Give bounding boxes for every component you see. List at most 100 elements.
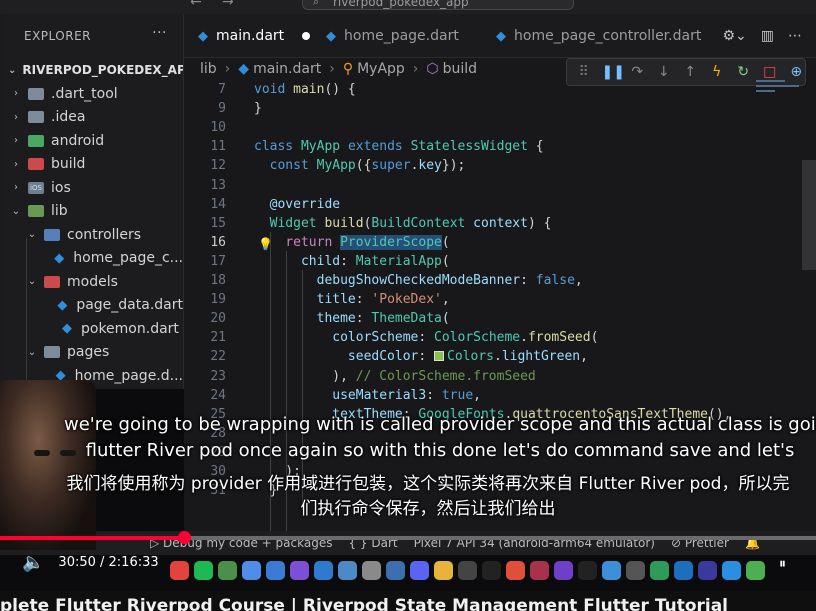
code-line[interactable]: 11 class MyApp extends StatelessWidget {	[184, 137, 744, 156]
forward-arrow-icon[interactable]: →	[222, 0, 234, 10]
code-text: child: MaterialApp(	[300, 253, 450, 269]
code-line[interactable]: 19 title: 'PokeDex',	[184, 290, 744, 309]
split-editor-icon[interactable]: ▥	[761, 28, 774, 44]
pause-icon[interactable]: ❚❚	[602, 64, 625, 80]
github-icon[interactable]	[578, 560, 597, 580]
tree-item[interactable]: ⌄ controllers	[6, 223, 183, 247]
breadcrumb-item[interactable]: main.dart	[253, 61, 321, 77]
app-icon[interactable]	[266, 560, 285, 580]
app-icon[interactable]	[506, 560, 525, 580]
app-icon[interactable]	[434, 560, 453, 580]
code-line[interactable]: 21 colorScheme: ColorScheme.fromSeed(	[184, 328, 744, 347]
tree-item-label: ios	[51, 179, 71, 196]
hot-reload-icon[interactable]: ϟ	[708, 64, 726, 80]
code-line[interactable]: 15 Widget build(BuildContext context) {	[184, 214, 744, 233]
app-icon[interactable]	[218, 560, 237, 580]
app-icon[interactable]	[554, 560, 573, 580]
app-icon[interactable]	[362, 560, 381, 580]
app-icon[interactable]	[458, 560, 477, 580]
tree-item[interactable]: › build	[6, 153, 183, 177]
inspect-widget-icon[interactable]: ⊕	[788, 64, 806, 80]
project-root[interactable]: ⌄ RIVERPOD_POKEDEX_APP	[6, 58, 183, 82]
run-debug-icon[interactable]: ⚙⌄	[722, 28, 746, 44]
app-icon[interactable]	[674, 560, 693, 580]
tree-item[interactable]: › iOS ios	[6, 176, 183, 200]
webcam-detail	[34, 450, 50, 456]
tree-item[interactable]: ◆ pokemon.dart	[6, 317, 183, 341]
vscode-icon[interactable]	[314, 560, 333, 580]
tree-item[interactable]: ⌄ lib	[6, 200, 183, 224]
app-icon[interactable]	[602, 560, 621, 580]
code-line[interactable]: 14 @override	[184, 195, 744, 214]
unsaved-dot-icon[interactable]	[302, 32, 311, 40]
breadcrumb-item[interactable]: lib	[200, 61, 217, 77]
app-icon[interactable]	[650, 560, 669, 580]
tree-item[interactable]: ⌄ models	[6, 270, 183, 294]
tab-home-page-controller-dart[interactable]: ◆ home_page_controller.dart	[496, 14, 701, 58]
command-center-search[interactable]: ⌕ riverpod_pokedex_app	[302, 0, 574, 10]
volume-icon[interactable]: 🔈	[22, 552, 44, 573]
stop-icon[interactable]: □	[761, 64, 779, 80]
app-icon[interactable]	[698, 560, 717, 580]
progress-fill	[0, 536, 184, 540]
app-icon[interactable]	[386, 560, 405, 580]
tree-item[interactable]: ⌄ pages	[6, 341, 183, 365]
step-over-icon[interactable]: ↷	[629, 64, 647, 80]
app-icon[interactable]	[626, 560, 645, 580]
step-into-icon[interactable]: ↓	[655, 64, 673, 80]
code-line[interactable]: 10	[184, 118, 744, 137]
step-out-icon[interactable]: ↑	[682, 64, 700, 80]
code-line[interactable]: 18 debugShowCheckedModeBanner: false,	[184, 271, 744, 290]
code-line[interactable]: 7 void main() {	[184, 80, 744, 99]
code-line[interactable]: 24 useMaterial3: true,	[184, 386, 744, 405]
discord-icon[interactable]	[410, 560, 429, 580]
tree-item[interactable]: › .dart_tool	[6, 82, 183, 106]
progress-scrubber[interactable]	[178, 531, 191, 544]
drag-handle-icon[interactable]: ⠿	[575, 64, 593, 80]
terminal-icon[interactable]	[482, 560, 501, 580]
vertical-scrollbar[interactable]	[802, 160, 816, 270]
code-line[interactable]: 13	[184, 176, 744, 195]
code-editor[interactable]: 7 void main() {9} 10 11 class MyApp extends …	[184, 80, 816, 532]
app-icon[interactable]	[746, 560, 765, 580]
breadcrumb-item[interactable]: MyApp	[357, 61, 405, 77]
code-line[interactable]: 20 theme: ThemeData(	[184, 309, 744, 328]
back-arrow-icon[interactable]: ←	[190, 0, 202, 10]
tab-main-dart[interactable]: ◆ main.dart	[198, 14, 311, 58]
spotify-icon[interactable]	[194, 560, 213, 580]
code-text: class MyApp extends StatelessWidget {	[254, 139, 544, 155]
tree-item[interactable]: › android	[6, 129, 183, 153]
tree-item[interactable]: ◆ page_data.dart	[6, 294, 183, 318]
app-icon[interactable]	[722, 560, 741, 580]
tree-item-label: page_data.dart	[76, 297, 183, 314]
tree-item-label: .dart_tool	[51, 85, 118, 102]
more-actions-icon[interactable]: ⋯	[788, 28, 802, 44]
breadcrumb-item[interactable]: build	[443, 61, 477, 77]
code-text: const MyApp({super.key});	[269, 158, 466, 174]
app-icon[interactable]	[170, 560, 189, 580]
tree-indent-guide	[26, 238, 27, 389]
restart-icon[interactable]: ↻	[735, 64, 753, 80]
tree-item[interactable]: ◆ home_page_c...	[6, 247, 183, 271]
subtitle-english-line2: flutter River pod once again so with thi…	[85, 440, 795, 461]
video-title: plete Flutter Riverpod Course | Riverpod…	[0, 591, 816, 611]
tree-item[interactable]: › .idea	[6, 106, 183, 130]
code-line[interactable]: 17 child: MaterialApp(	[184, 252, 744, 271]
minimap[interactable]	[756, 80, 804, 110]
pause-button-icon[interactable]: ⏸	[779, 556, 786, 572]
app-icon[interactable]	[530, 560, 549, 580]
more-actions-icon[interactable]: ···	[152, 25, 167, 41]
code-line[interactable]: 9}	[184, 99, 744, 118]
code-line[interactable]: 16 💡 return ProviderScope(	[184, 233, 744, 252]
video-progress-bar[interactable]	[0, 531, 816, 544]
explorer-header: EXPLORER ···	[6, 14, 183, 58]
tab-home-page-dart[interactable]: ◆ home_page.dart	[326, 14, 459, 58]
code-line[interactable]: 23 ), // ColorScheme.fromSeed	[184, 367, 744, 386]
subtitle-chinese-line1: 我们将使用称为 provider 作用域进行包装，这个实际类将再次来自 Flut…	[66, 474, 790, 494]
code-line[interactable]: 12 const MyApp({super.key});	[184, 156, 744, 175]
app-icon[interactable]	[338, 560, 357, 580]
tree-item-label: build	[51, 156, 86, 173]
visual-studio-icon[interactable]	[290, 560, 309, 580]
app-icon[interactable]	[242, 560, 261, 580]
code-line[interactable]: 22 seedColor: Colors.lightGreen,	[184, 347, 744, 366]
